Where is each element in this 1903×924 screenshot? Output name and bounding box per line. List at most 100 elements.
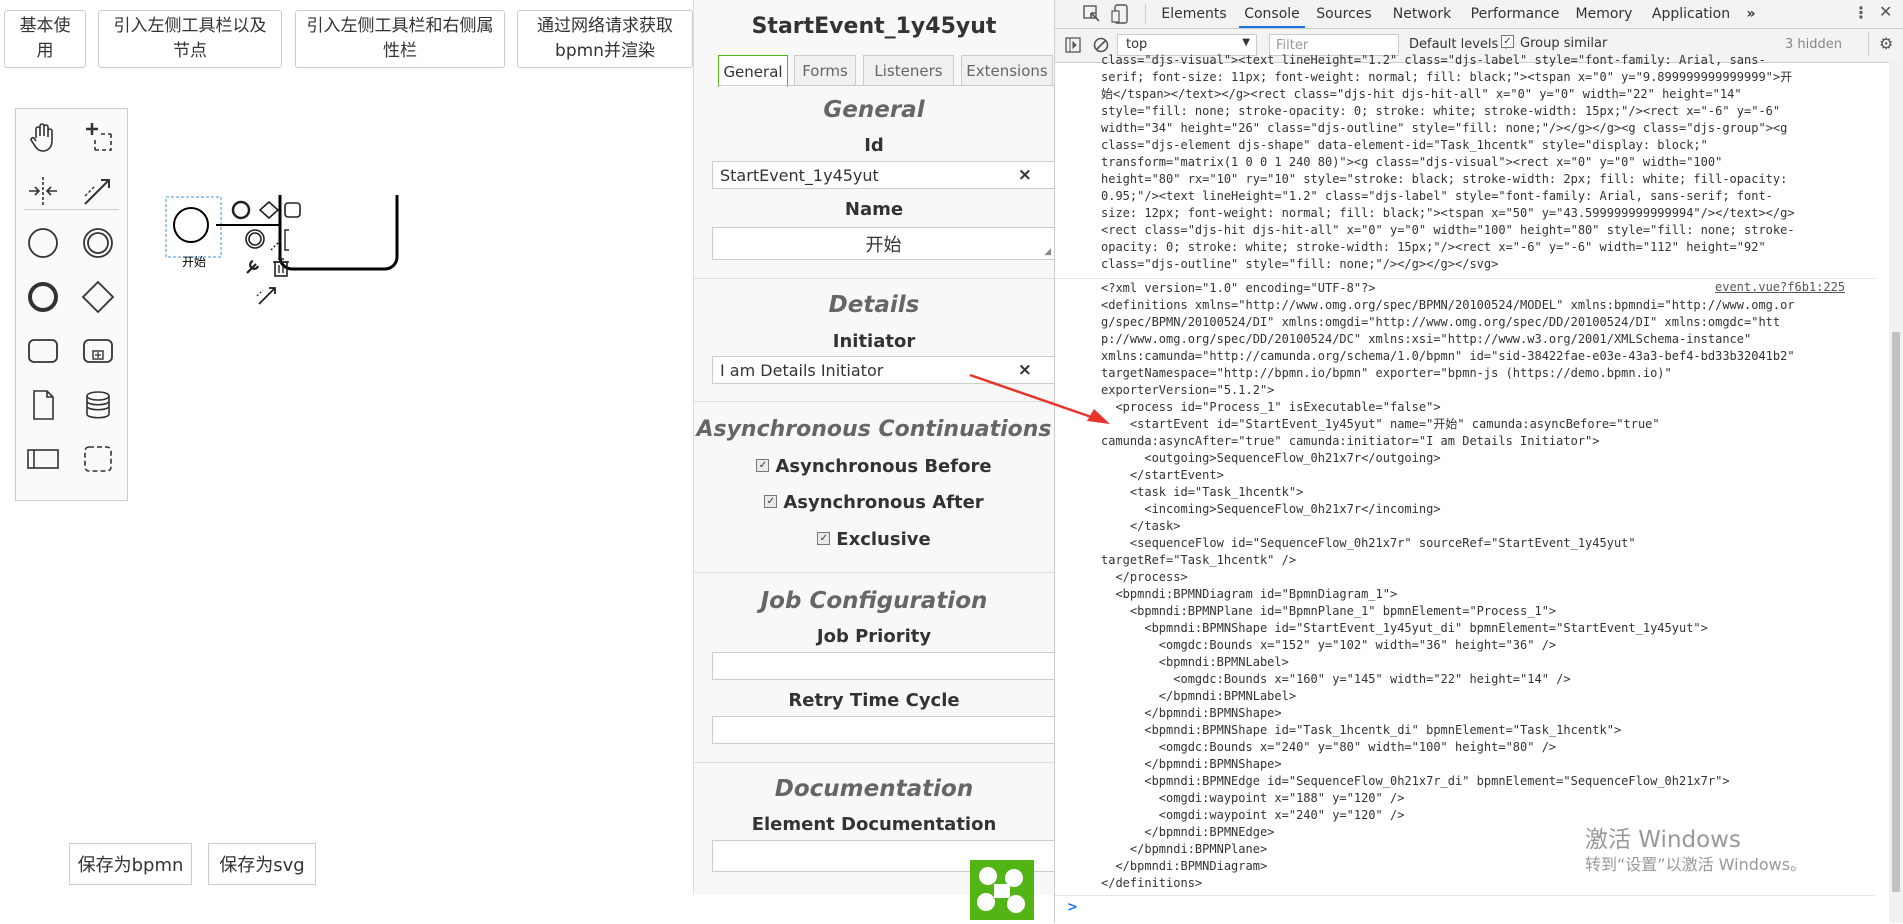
console-line: <startEvent id="StartEvent_1y45yut" name… — [1101, 417, 1660, 431]
save-bpmn-button[interactable]: 保存为bpmn — [69, 843, 192, 885]
exclusive-checkbox[interactable]: ✓ Exclusive — [694, 529, 1054, 550]
console-line: width="34" height="26" class="djs-outlin… — [1101, 121, 1788, 135]
group-icon[interactable] — [78, 439, 118, 479]
bpmn-io-logo[interactable] — [970, 860, 1034, 920]
console-line: size: 12px; font-weight: normal; fill: b… — [1101, 206, 1795, 220]
tab-listeners[interactable]: Listeners — [863, 55, 954, 85]
section-divider — [694, 762, 1054, 763]
devtools-tab-elements[interactable]: Elements — [1155, 0, 1233, 28]
message-divider — [1055, 895, 1875, 896]
gateway-icon[interactable] — [78, 277, 118, 317]
console-line: <omgdi:waypoint x="188" y="120" /> — [1101, 791, 1405, 805]
context-value: top — [1126, 37, 1148, 52]
name-value: 开始 — [865, 234, 902, 256]
async-after-label: Asynchronous After — [783, 492, 984, 513]
top-button-network-render[interactable]: 通过网络请求获取bpmn并渲染 — [517, 10, 693, 68]
console-scrollbar-thumb[interactable] — [1892, 332, 1900, 892]
participant-pool-icon[interactable] — [23, 439, 63, 479]
tab-forms[interactable]: Forms — [794, 55, 856, 85]
initiator-value: I am Details Initiator — [720, 360, 884, 380]
console-line: 0.95;"/><text lineHeight="1.2" class="dj… — [1101, 189, 1773, 203]
log-levels-select[interactable]: Default levels ▼ — [1409, 37, 1509, 52]
retry-cycle-field[interactable] — [712, 716, 1054, 744]
section-divider — [694, 278, 1054, 279]
start-event-icon[interactable] — [23, 223, 63, 263]
console-line: camunda:asyncAfter="true" camunda:initia… — [1101, 434, 1600, 448]
console-line: <bpmndi:BPMNShape id="Task_1hcentk_di" b… — [1101, 723, 1622, 737]
chevron-down-icon: ▼ — [1242, 37, 1250, 48]
console-line: </bpmndi:BPMNShape> — [1101, 706, 1282, 720]
close-devtools-icon[interactable]: ✕ — [1879, 2, 1892, 21]
devtools-tab-console[interactable]: Console — [1239, 0, 1305, 28]
console-line: <incoming>SequenceFlow_0h21x7r</incoming… — [1101, 502, 1441, 516]
devtools-tab-memory[interactable]: Memory — [1571, 0, 1637, 28]
intermediate-event-icon[interactable] — [78, 223, 118, 263]
async-before-label: Asynchronous Before — [775, 456, 992, 477]
job-priority-field[interactable] — [712, 652, 1054, 680]
checkbox-checked-icon[interactable]: ✓ — [756, 458, 770, 472]
devtools-tab-network[interactable]: Network — [1387, 0, 1457, 28]
console-line: <omgdi:waypoint x="240" y="120" /> — [1101, 808, 1405, 822]
group-similar-checkbox[interactable]: ✓ Group similar — [1501, 35, 1608, 51]
hidden-count: 3 hidden — [1785, 37, 1842, 52]
top-button-basic[interactable]: 基本使用 — [4, 10, 86, 68]
subprocess-icon[interactable] — [78, 331, 118, 371]
activation-watermark-title: 激活 Windows — [1585, 827, 1741, 853]
data-store-icon[interactable] — [78, 385, 118, 425]
start-event-shape[interactable] — [173, 207, 209, 243]
console-line: <sequenceFlow id="SequenceFlow_0h21x7r" … — [1101, 536, 1636, 550]
console-line: </bpmndi:BPMNEdge> — [1101, 825, 1275, 839]
hand-tool-icon[interactable] — [23, 117, 63, 157]
console-line: <definitions xmlns="http://www.omg.org/s… — [1101, 298, 1795, 312]
console-line: <omgdc:Bounds x="152" y="102" width="36"… — [1101, 638, 1557, 652]
sidebar-toggle-icon[interactable] — [1065, 37, 1081, 53]
console-line: 始</tspan></text></g><rect class="djs-hit… — [1101, 87, 1742, 101]
annotation-arrow — [960, 370, 1120, 430]
console-line: </bpmndi:BPMNShape> — [1101, 757, 1282, 771]
tab-general[interactable]: General — [718, 55, 788, 87]
console-line: <bpmndi:BPMNLabel> — [1101, 655, 1289, 669]
job-priority-label: Job Priority — [816, 626, 932, 647]
resize-handle-icon[interactable]: ◢ — [1044, 247, 1051, 257]
context-pad — [229, 200, 301, 310]
palette-separator — [24, 209, 119, 210]
more-tabs-icon[interactable]: » — [1739, 0, 1763, 28]
console-line: class="djs-visual"><text lineHeight="1.2… — [1101, 53, 1766, 67]
console-prompt-icon[interactable]: > — [1067, 900, 1078, 915]
details-heading: Details — [828, 292, 920, 318]
name-label: Name — [844, 199, 904, 220]
message-divider — [1055, 278, 1875, 279]
name-field[interactable]: 开始 ◢ — [712, 227, 1054, 260]
async-after-checkbox[interactable]: ✓ Asynchronous After — [694, 492, 1054, 513]
global-connect-tool-icon[interactable] — [78, 171, 118, 211]
console-line: <bpmndi:BPMNEdge id="SequenceFlow_0h21x7… — [1101, 774, 1730, 788]
group-similar-label: Group similar — [1520, 36, 1608, 51]
console-settings-gear-icon[interactable]: ⚙ — [1879, 34, 1893, 53]
clear-id-icon[interactable]: × — [1018, 165, 1032, 185]
device-toolbar-icon[interactable] — [1111, 4, 1131, 24]
clear-console-icon[interactable] — [1093, 37, 1109, 53]
id-field[interactable]: StartEvent_1y45yut × — [712, 161, 1054, 189]
checkbox-checked-icon[interactable]: ✓ — [817, 531, 831, 545]
console-line: transform="matrix(1 0 0 1 240 80)"><g cl… — [1101, 155, 1723, 169]
checkbox-checked-icon[interactable]: ✓ — [1501, 35, 1514, 48]
devtools-tab-sources[interactable]: Sources — [1311, 0, 1377, 28]
devtools-tab-application[interactable]: Application — [1645, 0, 1737, 28]
tab-extensions[interactable]: Extensions — [961, 55, 1053, 85]
save-svg-button[interactable]: 保存为svg — [208, 843, 316, 885]
checkbox-checked-icon[interactable]: ✓ — [764, 494, 778, 508]
lasso-tool-icon[interactable] — [78, 117, 118, 157]
inspect-element-icon[interactable] — [1083, 5, 1101, 23]
async-before-checkbox[interactable]: ✓ Asynchronous Before — [694, 456, 1054, 477]
top-button-toolbar-nodes[interactable]: 引入左侧工具栏以及节点 — [98, 10, 282, 68]
space-tool-icon[interactable] — [23, 171, 63, 211]
top-button-toolbar-props[interactable]: 引入左侧工具栏和右侧属性栏 — [295, 10, 505, 68]
data-object-icon[interactable] — [23, 385, 63, 425]
properties-title: StartEvent_1y45yut — [751, 14, 997, 39]
task-icon[interactable] — [23, 331, 63, 371]
devtools-tab-performance[interactable]: Performance — [1467, 0, 1563, 28]
tab-underline — [718, 85, 1054, 86]
end-event-icon[interactable] — [23, 277, 63, 317]
devtools-menu-icon[interactable]: ⋮ — [1853, 3, 1869, 22]
console-scrollbar[interactable] — [1889, 62, 1903, 923]
